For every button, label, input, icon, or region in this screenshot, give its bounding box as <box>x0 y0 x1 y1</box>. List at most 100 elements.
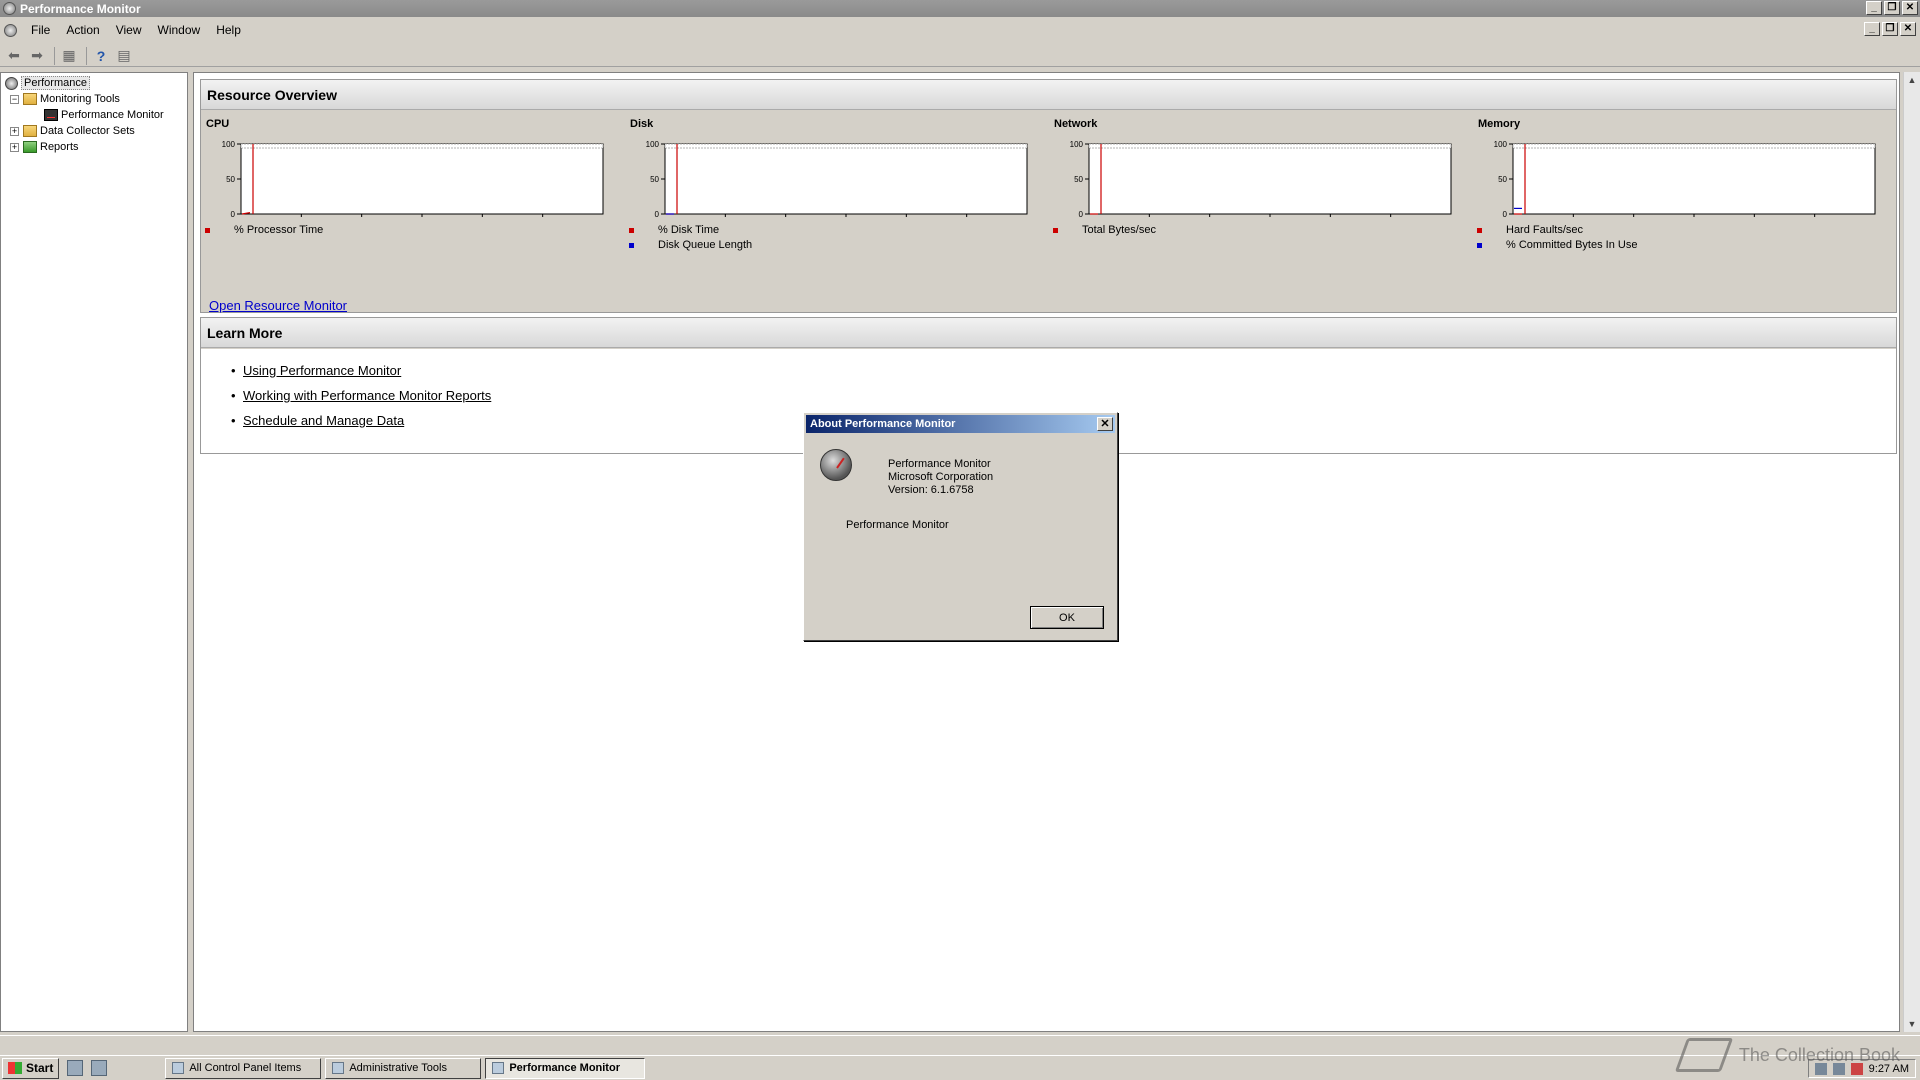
tree-item-data-collector-sets[interactable]: + Data Collector Sets <box>10 123 135 139</box>
plot-area <box>664 143 1028 215</box>
doc-close-button[interactable]: ✕ <box>1900 22 1916 36</box>
performance-gauge-icon <box>820 449 852 481</box>
watermark: The Collection Book <box>1674 1038 1900 1072</box>
list-item: Using Performance Monitor <box>231 363 491 378</box>
tree-item-performance[interactable]: Performance <box>5 75 90 91</box>
collapse-icon[interactable]: − <box>10 94 19 104</box>
using-performance-monitor-link[interactable]: Using Performance Monitor <box>243 363 401 378</box>
tree-item-label: Reports <box>40 141 79 153</box>
performance-icon <box>492 1062 505 1074</box>
tree-item-label: Data Collector Sets <box>40 125 135 137</box>
legend-label: % Processor Time <box>234 224 324 236</box>
close-button[interactable]: ✕ <box>1902 1 1918 15</box>
plot-area <box>1512 143 1876 215</box>
scroll-up-icon[interactable]: ▲ <box>1904 72 1920 88</box>
y-tick-label: 50 <box>226 175 235 184</box>
tree-item-monitoring-tools[interactable]: − Monitoring Tools <box>10 91 120 107</box>
chart-title: CPU <box>206 118 230 130</box>
legend-swatch <box>1477 242 1482 248</box>
learn-more-list: Using Performance Monitor Working with P… <box>231 363 491 438</box>
menu-window[interactable]: Window <box>150 23 209 37</box>
y-tick-label: 50 <box>650 175 659 184</box>
network-chart: Network 100 50 0 Total Bytes/sec <box>1051 118 1471 288</box>
navigation-tree: Performance − Monitoring Tools Performan… <box>0 72 188 1032</box>
status-bar <box>0 1035 1920 1054</box>
back-arrow-icon[interactable]: ⬅ <box>4 47 24 65</box>
doc-restore-button[interactable]: ❐ <box>1882 22 1898 36</box>
open-resource-monitor-link[interactable]: Open Resource Monitor <box>209 298 347 313</box>
dialog-title: About Performance Monitor <box>806 415 1115 433</box>
expand-icon[interactable]: + <box>10 126 19 136</box>
network-chart-plot: 100 50 0 <box>1070 140 1452 219</box>
legend-item: % Committed Bytes In Use <box>1477 239 1637 251</box>
dialog-close-button[interactable]: ✕ <box>1097 417 1113 431</box>
y-tick-label: 50 <box>1074 175 1083 184</box>
forward-arrow-icon[interactable]: ➡ <box>27 47 47 65</box>
list-item: Working with Performance Monitor Reports <box>231 388 491 403</box>
dialog-description: Performance Monitor <box>846 519 949 531</box>
start-button[interactable]: Start <box>2 1057 60 1079</box>
admin-tools-icon <box>332 1062 345 1074</box>
book-logo-icon <box>1674 1038 1734 1072</box>
product-name: Performance Monitor <box>888 458 991 470</box>
legend-swatch <box>205 227 210 233</box>
show-hide-tree-icon[interactable]: ▦ <box>59 47 79 65</box>
chart-title: Memory <box>1478 118 1521 130</box>
hatched-band <box>1512 143 1876 149</box>
minimize-button[interactable]: _ <box>1866 1 1882 15</box>
doc-minimize-button[interactable]: _ <box>1864 22 1880 36</box>
cpu-chart: CPU 100 50 0 % Processor Time <box>203 118 623 288</box>
y-tick-label: 100 <box>222 140 236 149</box>
performance-icon <box>5 76 18 90</box>
tree-item-performance-monitor[interactable]: Performance Monitor <box>44 107 164 123</box>
tree-item-reports[interactable]: + Reports <box>10 139 79 155</box>
monitor-chart-icon <box>44 109 58 121</box>
y-tick-label: 50 <box>1498 175 1507 184</box>
toolbar-separator <box>86 46 87 65</box>
content-scrollbar[interactable]: ▲ ▼ <box>1903 72 1920 1032</box>
task-all-control-panel-items[interactable]: All Control Panel Items <box>165 1057 322 1079</box>
task-administrative-tools[interactable]: Administrative Tools <box>325 1057 482 1079</box>
hatched-band <box>240 143 604 149</box>
tree-item-label: Performance Monitor <box>61 109 164 121</box>
server-manager-icon[interactable] <box>67 1060 84 1076</box>
taskbar: Start All Control Panel Items Administra… <box>0 1055 1920 1080</box>
title-bar: Performance Monitor _ ❐ ✕ <box>0 0 1920 17</box>
watermark-text: The Collection Book <box>1738 1044 1900 1065</box>
version-text: Version: 6.1.6758 <box>888 484 974 496</box>
y-tick-label: 100 <box>1070 140 1084 149</box>
task-label: Performance Monitor <box>509 1062 620 1074</box>
task-label: Administrative Tools <box>349 1062 447 1074</box>
legend-swatch <box>1053 227 1058 233</box>
tree-item-label: Monitoring Tools <box>40 93 120 105</box>
folder-icon <box>23 125 37 137</box>
show-hide-action-pane-icon[interactable]: ▤ <box>114 47 134 65</box>
legend-label: % Disk Time <box>658 224 720 236</box>
schedule-manage-data-link[interactable]: Schedule and Manage Data <box>243 413 404 428</box>
company-name: Microsoft Corporation <box>888 471 994 483</box>
expand-icon[interactable]: + <box>10 142 19 152</box>
show-desktop-icon[interactable] <box>91 1060 108 1076</box>
menu-file[interactable]: File <box>23 23 58 37</box>
document-system-icon[interactable] <box>4 23 17 37</box>
plot-area <box>1088 143 1452 215</box>
toolbar: ⬅ ➡ ▦ ? ▤ <box>0 45 1920 67</box>
window-title: Performance Monitor <box>20 1 141 16</box>
menu-action[interactable]: Action <box>58 23 107 37</box>
y-tick-label: 0 <box>231 210 236 219</box>
help-icon[interactable]: ? <box>91 47 111 65</box>
menu-view[interactable]: View <box>108 23 150 37</box>
working-with-reports-link[interactable]: Working with Performance Monitor Reports <box>243 388 491 403</box>
restore-button[interactable]: ❐ <box>1884 1 1900 15</box>
reports-icon <box>23 141 37 153</box>
task-performance-monitor[interactable]: Performance Monitor <box>485 1057 646 1079</box>
legend-item: % Disk Time <box>629 224 719 236</box>
menu-help[interactable]: Help <box>208 23 249 37</box>
document-window-controls: _ ❐ ✕ <box>1864 22 1916 36</box>
chart-title: Disk <box>630 118 654 130</box>
scroll-down-icon[interactable]: ▼ <box>1904 1016 1920 1032</box>
start-label: Start <box>26 1061 54 1075</box>
ok-button[interactable]: OK <box>1030 606 1104 629</box>
hatched-band <box>664 143 1028 149</box>
legend-item: % Processor Time <box>205 224 323 236</box>
